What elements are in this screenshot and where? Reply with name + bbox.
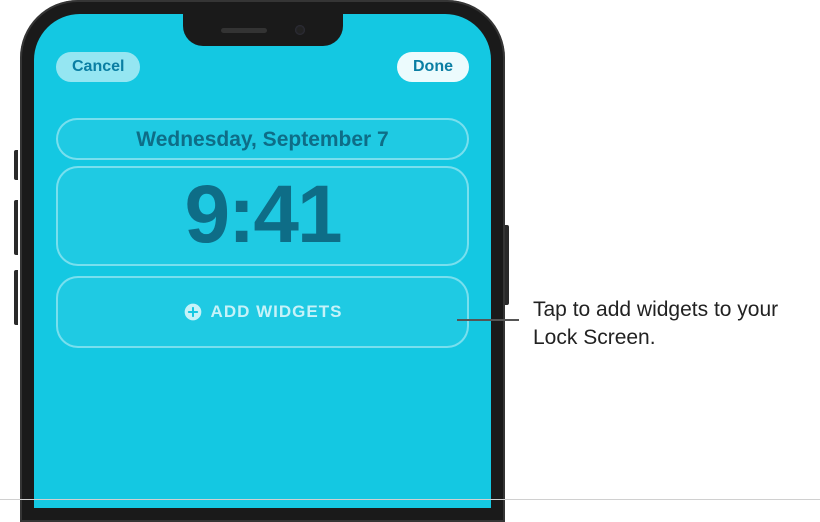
volume-mute-switch (14, 150, 18, 180)
add-widgets-label: ADD WIDGETS (211, 302, 343, 322)
baseline-rule (0, 499, 820, 500)
callout-leader-line (457, 319, 519, 321)
callout-text: Tap to add widgets to your Lock Screen. (533, 296, 808, 353)
volume-down-button (14, 270, 18, 325)
side-power-button (505, 225, 509, 305)
add-widgets-button[interactable]: ADD WIDGETS (56, 276, 469, 348)
cancel-button[interactable]: Cancel (56, 52, 140, 82)
notch (183, 14, 343, 46)
time-widget-slot[interactable]: 9:41 (56, 166, 469, 266)
lockscreen-content: Wednesday, September 7 9:41 ADD WIDGETS (56, 118, 469, 348)
front-camera (295, 25, 305, 35)
date-label: Wednesday, September 7 (136, 128, 388, 151)
plus-circle-icon (183, 302, 203, 322)
editor-top-bar: Cancel Done (34, 52, 491, 82)
done-button[interactable]: Done (397, 52, 469, 82)
time-label: 9:41 (184, 169, 340, 260)
date-widget-slot[interactable]: Wednesday, September 7 (56, 118, 469, 160)
volume-up-button (14, 200, 18, 255)
speaker-grille (221, 28, 267, 33)
iphone-frame: Cancel Done Wednesday, September 7 9:41 … (20, 0, 505, 522)
lock-screen-editor: Cancel Done Wednesday, September 7 9:41 … (34, 14, 491, 508)
